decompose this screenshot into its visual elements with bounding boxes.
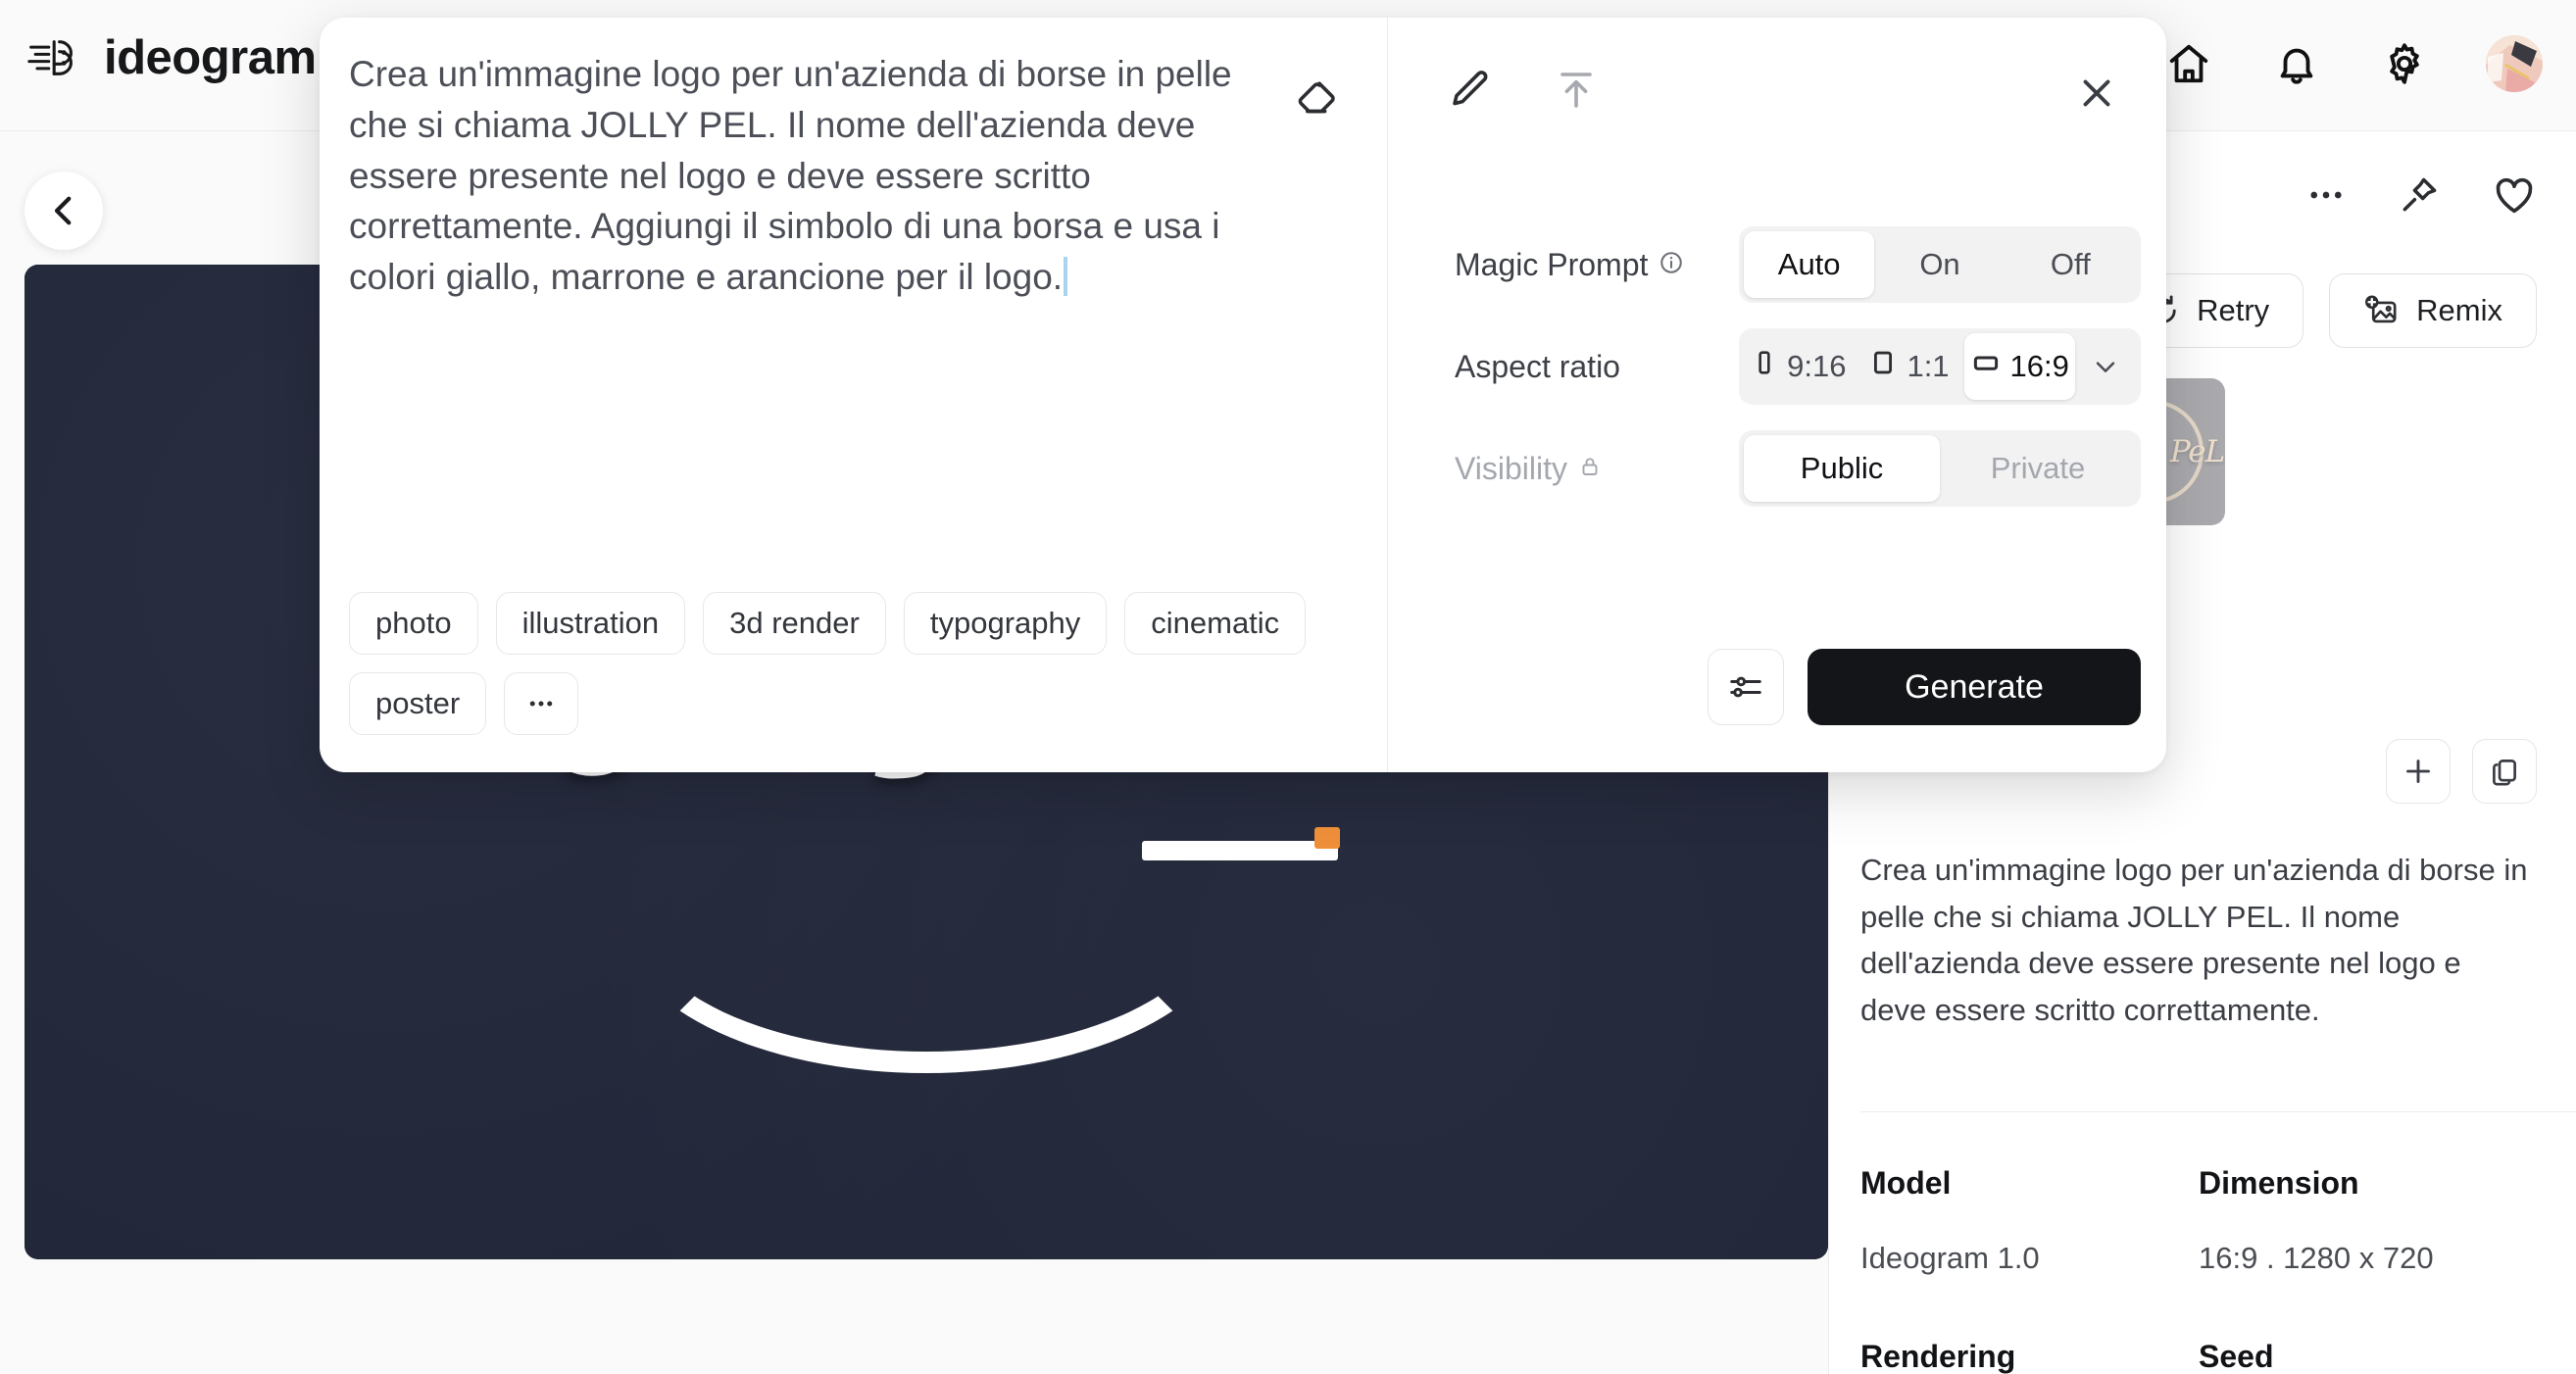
user-avatar[interactable] <box>2486 35 2543 92</box>
aspect-ratio-option-9-16[interactable]: 9:16 <box>1744 333 1855 400</box>
setting-magic-prompt: Magic Prompt Auto On Off <box>1388 214 2166 316</box>
visibility-label: Visibility <box>1455 450 1567 486</box>
lock-icon <box>1578 451 1602 487</box>
metadata-label-seed: Seed <box>2199 1339 2274 1374</box>
metadata-label-dimension: Dimension <box>2199 1165 2359 1201</box>
aspect-ratio-option-16-9[interactable]: 16:9 <box>1964 333 2076 400</box>
setting-visibility: Visibility Public Private <box>1388 417 2166 519</box>
text-caret <box>1064 257 1068 297</box>
magic-prompt-option-auto[interactable]: Auto <box>1744 231 1875 298</box>
magic-prompt-label-group: Magic Prompt <box>1455 247 1739 283</box>
chevron-down-icon[interactable] <box>2075 333 2136 400</box>
back-button[interactable] <box>25 172 103 250</box>
details-top-actions <box>2305 172 2537 218</box>
aspect-ratio-option-1-1[interactable]: 1:1 <box>1855 333 1965 400</box>
aspect-ratio-option-9-16-label: 9:16 <box>1787 349 1847 383</box>
heart-icon[interactable] <box>2492 172 2537 218</box>
aspect-ratio-option-16-9-label: 16:9 <box>2009 349 2069 383</box>
aspect-ratio-label-group: Aspect ratio <box>1455 349 1739 385</box>
brand-logo[interactable]: ideogram <box>27 29 317 86</box>
style-chip-poster[interactable]: poster <box>349 672 487 735</box>
aspect-ratio-option-1-1-label: 1:1 <box>1907 349 1950 383</box>
pin-icon[interactable] <box>2398 173 2441 217</box>
style-chip-photo[interactable]: photo <box>349 592 478 655</box>
metadata-grid: Model Dimension Ideogram 1.0 16:9 . 1280… <box>1860 1165 2537 1374</box>
portrait-icon <box>1752 348 1777 385</box>
logo-dash-accent <box>1314 827 1340 849</box>
eraser-icon[interactable] <box>1287 69 1346 127</box>
remix-button[interactable]: Remix <box>2329 273 2537 348</box>
home-icon[interactable] <box>2162 37 2215 90</box>
app-root: ideogram Retry Remix PeL Crea un'immagin… <box>0 0 2576 1374</box>
close-icon[interactable] <box>2068 65 2125 122</box>
square-icon <box>1869 348 1897 385</box>
visibility-option-public[interactable]: Public <box>1744 435 1940 502</box>
more-horizontal-icon[interactable] <box>2305 174 2347 216</box>
details-action-buttons: Retry Remix <box>2111 273 2537 348</box>
style-chip-more-icon[interactable] <box>504 672 579 735</box>
aspect-ratio-segmented-control: 9:16 1:1 16:9 <box>1739 328 2141 405</box>
visibility-option-private[interactable]: Private <box>1940 435 2136 502</box>
modal-toolbar <box>1439 61 1606 120</box>
prompt-editor-modal: Crea un'immagine logo per un'azienda di … <box>320 18 2166 772</box>
magic-prompt-option-off[interactable]: Off <box>2006 231 2136 298</box>
prompt-editor-right: Magic Prompt Auto On Off Aspect ratio 9:… <box>1388 18 2166 772</box>
details-small-buttons <box>2386 739 2537 804</box>
setting-aspect-ratio: Aspect ratio 9:16 1:1 16:9 <box>1388 316 2166 417</box>
top-bar-actions <box>2162 35 2543 92</box>
metadata-value-model: Ideogram 1.0 <box>1860 1241 2040 1275</box>
magic-prompt-segmented-control: Auto On Off <box>1739 226 2141 303</box>
remix-button-label: Remix <box>2416 293 2502 327</box>
details-divider <box>1860 1111 2576 1112</box>
metadata-label-rendering: Rendering <box>1860 1339 2016 1374</box>
sliders-icon[interactable] <box>1708 649 1784 725</box>
brand-name: ideogram <box>104 31 317 84</box>
generate-row: Generate <box>1388 649 2166 725</box>
metadata-value-dimension: 16:9 . 1280 x 720 <box>2199 1241 2434 1275</box>
logo-smile-curve <box>618 760 1235 1073</box>
info-icon[interactable] <box>1659 247 1684 283</box>
gear-icon[interactable] <box>2378 37 2431 90</box>
prompt-input[interactable]: Crea un'immagine logo per un'azienda di … <box>349 49 1280 303</box>
magic-prompt-label: Magic Prompt <box>1455 246 1649 282</box>
style-chip-list: photo illustration 3d render typography … <box>349 592 1339 735</box>
upload-icon[interactable] <box>1547 61 1606 120</box>
generation-settings: Magic Prompt Auto On Off Aspect ratio 9:… <box>1388 214 2166 519</box>
style-chip-illustration[interactable]: illustration <box>495 592 686 655</box>
landscape-icon <box>1971 348 2001 385</box>
visibility-segmented-control: Public Private <box>1739 430 2141 507</box>
aspect-ratio-label: Aspect ratio <box>1455 348 1620 384</box>
prompt-input-text: Crea un'immagine logo per un'azienda di … <box>349 54 1242 298</box>
style-chip-3d-render[interactable]: 3d render <box>703 592 886 655</box>
bell-icon[interactable] <box>2270 37 2323 90</box>
style-chip-cinematic[interactable]: cinematic <box>1124 592 1307 655</box>
retry-button-label: Retry <box>2197 293 2270 327</box>
magic-prompt-option-on[interactable]: On <box>1874 231 2005 298</box>
prompt-editor-left: Crea un'immagine logo per un'azienda di … <box>320 18 1388 772</box>
metadata-label-model: Model <box>1860 1165 1952 1201</box>
style-chip-typography[interactable]: typography <box>903 592 1108 655</box>
ideogram-brain-icon <box>27 29 84 86</box>
visibility-label-group: Visibility <box>1455 451 1739 487</box>
add-button[interactable] <box>2386 739 2451 804</box>
duplicate-button[interactable] <box>2472 739 2537 804</box>
pencil-icon[interactable] <box>1439 61 1498 120</box>
image-description: Crea un'immagine logo per un'azienda di … <box>1860 853 2528 1028</box>
logo-dash <box>1142 841 1338 860</box>
generate-button[interactable]: Generate <box>1808 649 2141 725</box>
